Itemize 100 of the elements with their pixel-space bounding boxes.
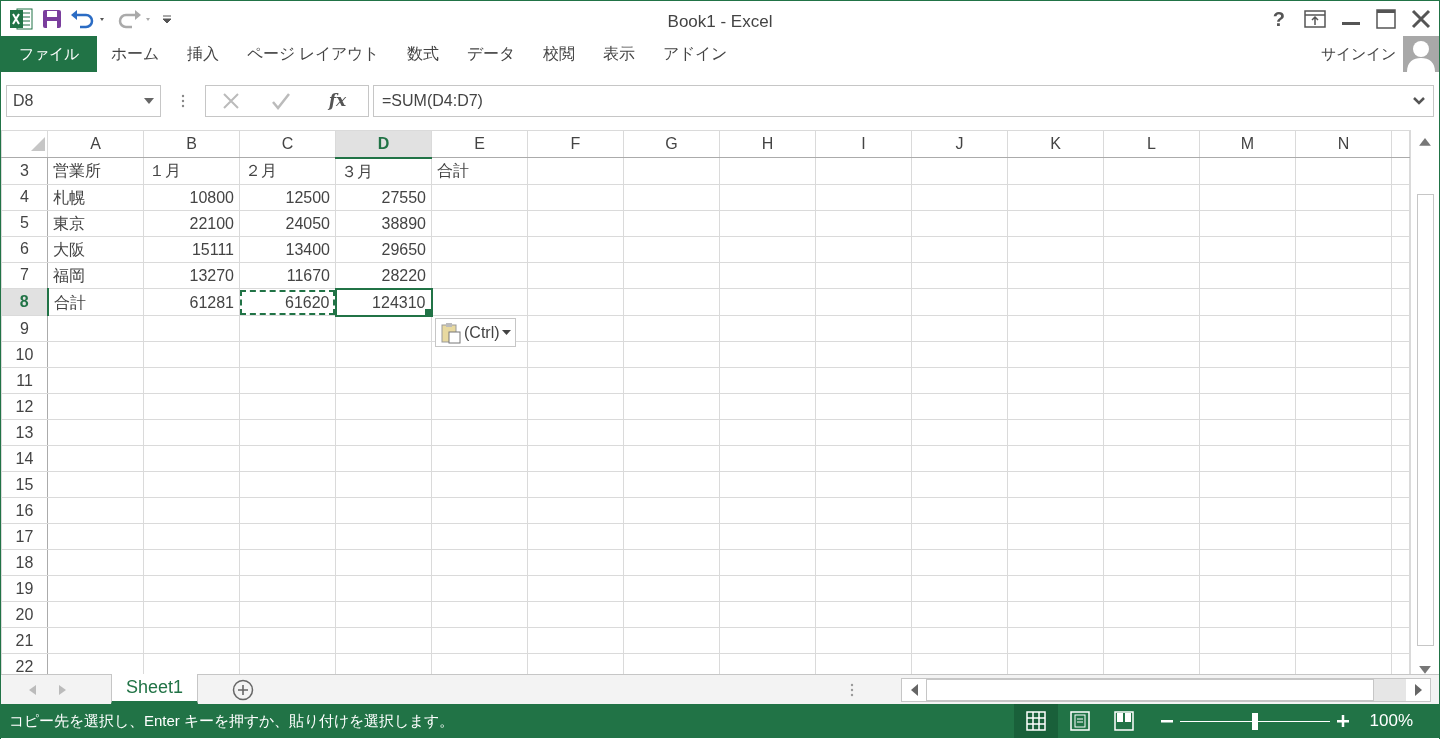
- sheet-tab[interactable]: Sheet1: [111, 674, 199, 704]
- table-cell: 合計: [47, 288, 144, 316]
- help-button[interactable]: ?: [1268, 3, 1289, 34]
- table-cell: 61281: [143, 288, 240, 316]
- insert-function-button[interactable]: fx: [322, 87, 353, 115]
- table-cell: 27550: [335, 184, 432, 210]
- add-sheet-icon[interactable]: [232, 678, 255, 701]
- row-header[interactable]: 19: [1, 575, 48, 602]
- table-cell: 東京: [47, 210, 144, 236]
- avatar-icon: [1403, 36, 1439, 72]
- row-header[interactable]: 9: [1, 315, 48, 342]
- check-icon[interactable]: [271, 92, 292, 110]
- row-header[interactable]: 3: [1, 157, 48, 184]
- zoom-slider-thumb[interactable]: [1251, 712, 1258, 730]
- column-header[interactable]: B: [143, 130, 240, 158]
- ribbon-tab[interactable]: 数式: [393, 36, 454, 72]
- expand-icon[interactable]: [1413, 97, 1425, 105]
- column-header[interactable]: L: [1103, 130, 1200, 158]
- table-cell: 38890: [335, 210, 432, 236]
- formula-field[interactable]: =SUM(D4:D7): [373, 85, 1434, 117]
- row-header[interactable]: 4: [1, 184, 48, 210]
- row-header[interactable]: 12: [1, 393, 48, 420]
- table-cell: 大阪: [47, 236, 144, 262]
- caret-icon[interactable]: [144, 98, 154, 104]
- table-cell: 13400: [239, 236, 336, 262]
- scrollbar-thumb[interactable]: [1416, 193, 1434, 647]
- close-icon[interactable]: [1411, 8, 1431, 29]
- ribbon-tab[interactable]: 校閲: [529, 36, 590, 72]
- cell-reference: D8: [13, 91, 34, 111]
- row-header[interactable]: 14: [1, 445, 48, 472]
- scroll-left-icon[interactable]: [910, 683, 918, 696]
- row-header[interactable]: 15: [1, 471, 48, 498]
- drag-handle-icon: [181, 94, 185, 108]
- column-header[interactable]: M: [1199, 130, 1296, 158]
- window-title: Book1 - Excel: [667, 11, 773, 33]
- view-button[interactable]: [1013, 704, 1058, 738]
- scrollbar-thumb[interactable]: [926, 678, 1374, 701]
- row-header[interactable]: 20: [1, 601, 48, 628]
- row-header[interactable]: 10: [1, 341, 48, 368]
- column-header[interactable]: H: [719, 130, 816, 158]
- table-cell: １月: [143, 157, 240, 184]
- dropdown-icon[interactable]: [161, 12, 173, 25]
- table-cell: 11670: [239, 262, 336, 289]
- column-header[interactable]: I: [815, 130, 912, 158]
- row-header[interactable]: 8: [1, 288, 48, 316]
- row-header[interactable]: 16: [1, 497, 48, 524]
- ribbon-tab[interactable]: 挿入: [173, 36, 233, 72]
- page-break-icon: [1112, 710, 1135, 732]
- row-header[interactable]: 11: [1, 367, 48, 394]
- save-icon[interactable]: [40, 7, 63, 30]
- maximize-icon[interactable]: [1376, 8, 1396, 29]
- row-header[interactable]: 13: [1, 419, 48, 446]
- column-header[interactable]: A: [47, 130, 144, 158]
- caret-icon: [501, 330, 511, 335]
- table-cell: 22100: [143, 210, 240, 236]
- scroll-right-icon[interactable]: [1414, 683, 1422, 696]
- column-header[interactable]: J: [911, 130, 1008, 158]
- drag-handle-icon: [850, 682, 855, 697]
- ribbon-tab[interactable]: データ: [453, 36, 530, 72]
- table-cell: ２月: [239, 157, 336, 184]
- table-cell: 10800: [143, 184, 240, 210]
- scroll-up-icon[interactable]: [1419, 138, 1431, 146]
- table-cell: 61620: [239, 288, 336, 316]
- table-cell: 合計: [431, 157, 528, 184]
- spreadsheet-logo-icon: [9, 6, 33, 31]
- sign-in-link[interactable]: サインイン: [1320, 42, 1396, 66]
- clipboard-icon: [440, 321, 462, 344]
- zoom-level[interactable]: 100%: [1369, 708, 1413, 734]
- column-header[interactable]: N: [1295, 130, 1392, 158]
- table-cell: 13270: [143, 262, 240, 289]
- column-header[interactable]: C: [239, 130, 336, 158]
- page-layout-icon: [1068, 710, 1091, 732]
- ribbon-display-icon[interactable]: [1304, 9, 1326, 28]
- column-header[interactable]: G: [623, 130, 720, 158]
- table-cell: ３月: [335, 157, 432, 184]
- column-header[interactable]: F: [527, 130, 624, 158]
- formula-text: =SUM(D4:D7): [382, 91, 483, 111]
- ribbon-tab[interactable]: アドイン: [649, 36, 742, 72]
- row-header[interactable]: 17: [1, 523, 48, 550]
- row-header[interactable]: 5: [1, 210, 48, 236]
- ribbon-tab[interactable]: 表示: [589, 36, 650, 72]
- table-cell: 15111: [143, 236, 240, 262]
- column-header[interactable]: D: [335, 130, 432, 158]
- table-cell: 12500: [239, 184, 336, 210]
- file-tab[interactable]: ファイル: [1, 36, 97, 72]
- table-cell: 124310: [335, 288, 432, 316]
- row-header[interactable]: 18: [1, 549, 48, 576]
- ribbon-tab[interactable]: ホーム: [97, 36, 173, 72]
- row-header[interactable]: 7: [1, 262, 48, 289]
- table-cell: 札幌: [47, 184, 144, 210]
- table-cell: 営業所: [47, 157, 144, 184]
- paste-options-button[interactable]: (Ctrl): [435, 318, 516, 347]
- row-header[interactable]: 21: [1, 627, 48, 654]
- column-header[interactable]: E: [431, 130, 528, 158]
- name-box[interactable]: D8: [6, 85, 161, 117]
- row-header[interactable]: 6: [1, 236, 48, 262]
- ribbon-tab[interactable]: ページ レイアウト: [233, 36, 394, 72]
- zoom-in-icon[interactable]: [1335, 714, 1350, 728]
- status-message: コピー先を選択し、Enter キーを押すか、貼り付けを選択します。: [9, 710, 455, 731]
- column-header[interactable]: K: [1007, 130, 1104, 158]
